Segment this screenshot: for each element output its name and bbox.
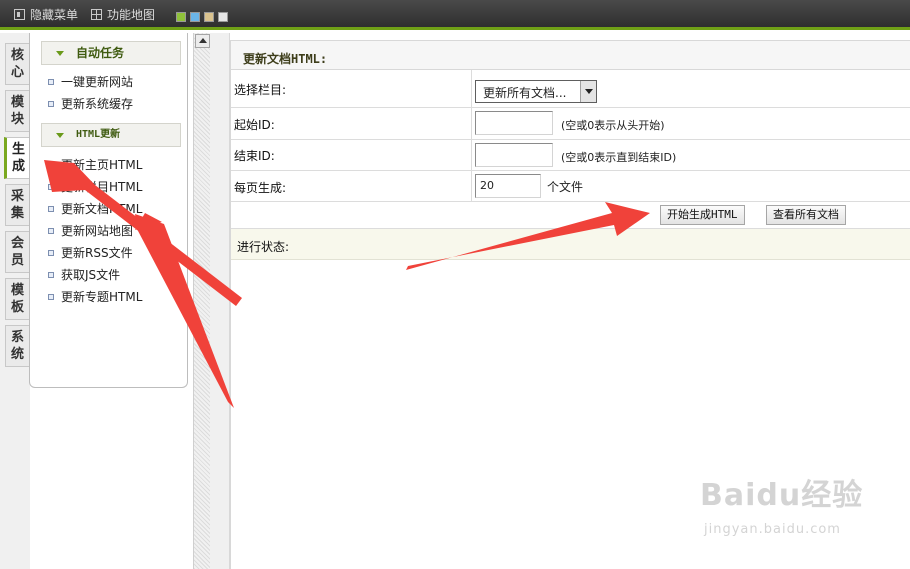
tab-collect[interactable]: 采集 (5, 184, 29, 226)
bullet-icon (48, 228, 54, 234)
menu-item-label: 更新网站地图 (61, 224, 134, 238)
menu-item-update-topics[interactable]: 更新专题HTML (48, 289, 142, 305)
menu-item-update-site[interactable]: 一键更新网站 (48, 74, 133, 90)
menu-item-update-cache[interactable]: 更新系统缓存 (48, 96, 133, 112)
page-title-bar: 更新文档HTML: (231, 40, 910, 70)
side-menu: 自动任务 一键更新网站 更新系统缓存 HTML更新 更新主页HTML 更新栏目H… (29, 33, 188, 388)
per-page-input[interactable]: 20 (475, 174, 541, 198)
per-page-unit: 个文件 (547, 180, 584, 194)
menu-item-label: 更新系统缓存 (61, 97, 134, 111)
column-divider (471, 140, 472, 170)
menu-item-update-category[interactable]: 更新栏目HTML (48, 179, 142, 195)
frame-separator (210, 33, 230, 569)
tab-system-label: 系统 (10, 330, 24, 362)
tab-templates-label: 模板 (10, 283, 24, 315)
tab-system[interactable]: 系统 (5, 325, 29, 367)
grid-icon (91, 9, 102, 20)
watermark-url: jingyan.baidu.com (704, 522, 841, 537)
tab-generate-label: 生成 (11, 142, 25, 174)
group-html-update-title: HTML更新 (76, 129, 121, 140)
frame-scrollbar[interactable] (193, 33, 210, 569)
tab-members[interactable]: 会员 (5, 231, 29, 273)
top-toolbar: 隐藏菜单 功能地图 (0, 0, 910, 30)
end-id-hint: (空或0表示直到结束ID) (561, 151, 677, 164)
end-id-label: 结束ID: (234, 149, 275, 163)
bullet-icon (48, 79, 54, 85)
menu-item-update-docs[interactable]: 更新文档HTML (48, 201, 142, 217)
group-html-update[interactable]: HTML更新 (41, 123, 181, 147)
progress-status-bar: 进行状态: (231, 228, 910, 260)
start-id-hint: (空或0表示从头开始) (561, 119, 665, 132)
site-map-button[interactable]: 功能地图 (91, 8, 155, 22)
menu-item-label: 更新专题HTML (61, 290, 143, 304)
menu-item-label: 更新文档HTML (61, 202, 143, 216)
end-id-input[interactable] (475, 143, 553, 167)
status-label: 进行状态: (237, 240, 290, 254)
column-divider (471, 171, 472, 201)
group-auto-tasks-title: 自动任务 (76, 46, 125, 60)
bullet-icon (48, 272, 54, 278)
watermark-text: Baidu经验 (700, 478, 864, 513)
menu-item-update-sitemap[interactable]: 更新网站地图 (48, 223, 133, 239)
category-select[interactable]: 更新所有文档... (475, 80, 597, 103)
start-id-label: 起始ID: (234, 118, 275, 132)
menu-item-get-js[interactable]: 获取JS文件 (48, 267, 120, 283)
tab-core[interactable]: 核心 (5, 43, 29, 85)
tab-collect-label: 采集 (10, 189, 24, 221)
menu-item-label: 一键更新网站 (61, 75, 134, 89)
dropdown-arrow-icon[interactable] (580, 81, 596, 102)
bullet-icon (48, 250, 54, 256)
category-select-value: 更新所有文档... (483, 86, 567, 100)
skin-blue-swatch[interactable] (190, 12, 200, 22)
menu-item-label: 更新主页HTML (61, 158, 143, 172)
tab-modules[interactable]: 模块 (5, 90, 29, 132)
site-map-label: 功能地图 (107, 8, 156, 22)
tab-members-label: 会员 (10, 236, 24, 268)
scroll-up-icon[interactable] (195, 34, 210, 48)
bullet-icon (48, 184, 54, 190)
view-all-docs-button[interactable]: 查看所有文档 (766, 205, 846, 225)
start-id-input[interactable] (475, 111, 553, 135)
bullet-icon (48, 101, 54, 107)
bullet-icon (48, 206, 54, 212)
panel-icon (14, 9, 25, 20)
skin-tan-swatch[interactable] (204, 12, 214, 22)
category-label: 选择栏目: (234, 83, 287, 97)
vertical-tab-bar: 核心 模块 生成 采集 会员 模板 系统 (0, 33, 30, 569)
tab-modules-label: 模块 (10, 95, 24, 127)
tab-generate[interactable]: 生成 (4, 137, 30, 179)
hide-menu-button[interactable]: 隐藏菜单 (14, 8, 78, 22)
baidu-jingyan-watermark: Baidu经验 jingyan.baidu.com (700, 470, 905, 545)
hide-menu-label: 隐藏菜单 (30, 8, 79, 22)
start-generate-button[interactable]: 开始生成HTML (660, 205, 745, 225)
menu-item-update-rss[interactable]: 更新RSS文件 (48, 245, 133, 261)
menu-item-label: 更新栏目HTML (61, 180, 143, 194)
group-auto-tasks[interactable]: 自动任务 (41, 41, 181, 65)
tab-templates[interactable]: 模板 (5, 278, 29, 320)
tab-core-label: 核心 (10, 48, 24, 80)
skin-gray-swatch[interactable] (218, 12, 228, 22)
bullet-icon (48, 162, 54, 168)
skin-green-swatch[interactable] (176, 12, 186, 22)
per-page-label: 每页生成: (234, 181, 287, 195)
page-title: 更新文档HTML: (243, 52, 328, 66)
column-divider (471, 108, 472, 139)
menu-item-label: 更新RSS文件 (61, 246, 133, 260)
menu-item-update-home[interactable]: 更新主页HTML (48, 157, 142, 173)
chevron-down-icon (56, 51, 64, 56)
column-divider (471, 70, 472, 107)
bullet-icon (48, 294, 54, 300)
chevron-down-icon (56, 133, 64, 138)
menu-item-label: 获取JS文件 (61, 268, 121, 282)
